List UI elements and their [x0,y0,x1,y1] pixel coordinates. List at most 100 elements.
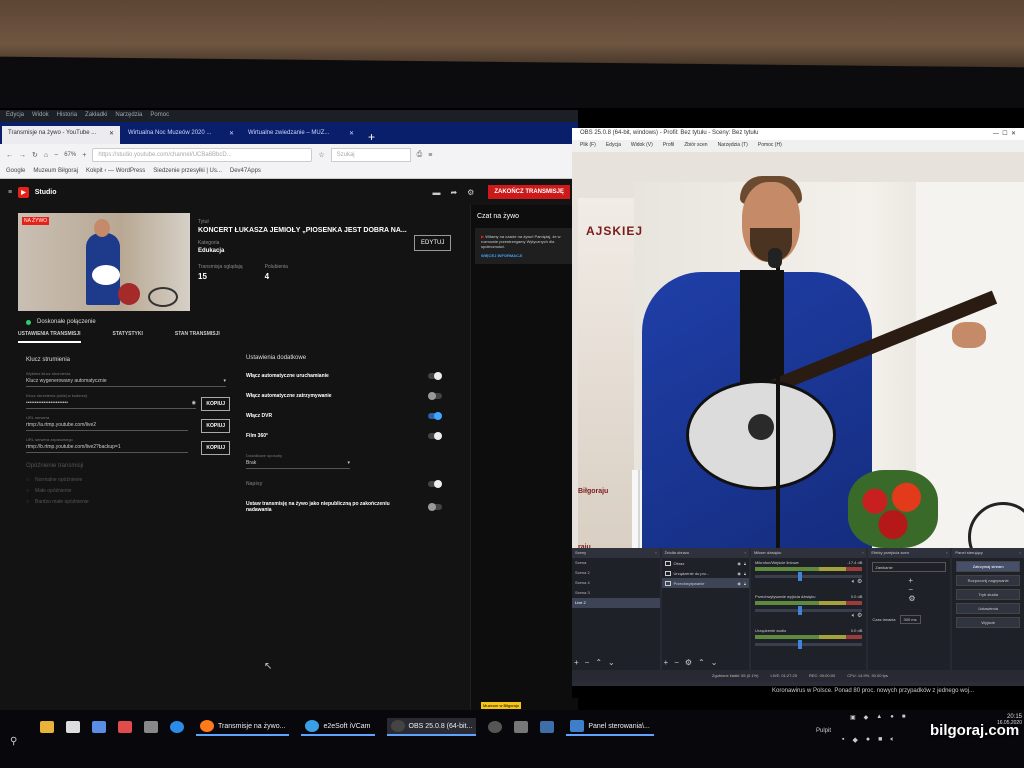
bookmark-google[interactable]: Google [6,168,25,176]
zoom-out-icon[interactable]: − [54,152,58,159]
scene-item[interactable]: Scena 2 [572,568,660,578]
copy-server-url-button[interactable]: KOPIUJ [201,419,230,433]
autostop-toggle[interactable] [428,392,442,400]
autostart-toggle[interactable] [428,372,442,380]
edge-icon[interactable] [170,721,184,733]
bookmark-star-icon[interactable]: ☆ [318,151,324,159]
volume-slider[interactable] [755,572,863,581]
app-tray-icon[interactable]: ▲ [876,714,882,721]
menu-item-profile[interactable]: Profil [663,142,674,150]
eye-icon[interactable]: ◉ [737,571,741,576]
tab-statistics[interactable]: STATYSTYKI [113,331,143,343]
gear-icon[interactable]: ⚙ [908,594,915,603]
add-icon[interactable]: + [908,576,913,585]
menu-item-file[interactable]: Plik (F) [580,142,596,150]
bookmark-siedzenie[interactable]: Siedzenie przesyłki | Us... [153,168,222,176]
scene-item[interactable]: Scena 4 [572,578,660,588]
scene-item[interactable]: Scena 3 [572,588,660,598]
source-item-selected[interactable]: Przechwytywanie ◉ 🔒︎ [661,578,750,588]
source-item[interactable]: Urządzenie do prz... ◉ 🔒︎ [662,568,750,578]
app-tray-icon[interactable]: ◆ [852,736,857,744]
dvr-toggle[interactable] [428,412,442,420]
studio-mode-button[interactable]: Tryb studia [956,589,1020,600]
latency-option-ultralow[interactable]: ○ Bardzo małe opóźnienie [26,499,226,505]
lock-icon[interactable]: 🔒︎ [744,571,746,576]
tab-wirtualne-zwiedzanie[interactable]: Wirtualne zwiedzanie – MUZ... ✕ [242,126,360,144]
document-icon[interactable] [66,721,80,733]
undock-icon[interactable]: ▫ [862,550,863,556]
lock-icon[interactable]: 🔒︎ [744,561,746,566]
gear-icon[interactable]: ⚙ [467,188,474,197]
zoom-in-icon[interactable]: + [82,152,86,159]
store-icon[interactable] [92,721,106,733]
menu-item-edit[interactable]: Edycja [606,142,621,150]
film-360-toggle[interactable] [428,432,442,440]
menu-item-history[interactable]: Historia [57,112,77,120]
down-icon[interactable]: ⌄ [608,658,615,667]
scene-item[interactable]: Scena [572,558,660,568]
gear-icon[interactable]: ⚙ [857,579,862,585]
eye-icon[interactable]: ◉ [737,561,741,566]
zoom-level[interactable]: 67% [64,152,76,158]
copy-stream-key-button[interactable]: KOPIUJ [201,397,230,411]
down-icon[interactable]: ⌄ [711,658,718,667]
hamburger-icon[interactable]: ≡ [8,189,12,196]
close-icon[interactable]: ✕ [349,130,354,140]
app-icon[interactable] [488,721,503,733]
menu-item-help[interactable]: Pomoc [150,112,169,120]
unlisted-toggle[interactable] [428,503,442,511]
menu-item-view[interactable]: Widok (V) [631,142,653,150]
forward-arrow-icon[interactable]: → [19,152,26,159]
print-icon[interactable]: ⎙ [417,151,423,159]
edit-button[interactable]: EDYTUJ [414,235,452,251]
server-url-field[interactable]: URL serwera rtmp://a.rtmp.youtube.com/li… [26,415,230,433]
taskbar-app-ivcam[interactable]: e2eSoft iVCam [301,718,375,736]
undock-icon[interactable]: ▫ [946,550,947,556]
exit-button[interactable]: Wyjście [956,617,1020,628]
settings-button[interactable]: Ustawienia [956,603,1020,614]
desktop-label[interactable]: Pulpit [816,728,831,734]
search-input[interactable]: Szukaj [330,148,411,162]
duration-input[interactable]: 300 ms [899,615,921,624]
copy-backup-url-button[interactable]: KOPIUJ [201,441,230,455]
app-tray-icon[interactable]: ◆ [864,714,869,721]
pdf-icon[interactable] [118,721,132,733]
volume-slider[interactable] [755,640,863,649]
menu-item-help[interactable]: Pomoc (H) [758,142,782,150]
back-arrow-icon[interactable]: ← [6,152,13,159]
bookmark-dev47apps[interactable]: Dev47Apps [230,168,261,176]
youtube-logo-icon[interactable]: ▶ [18,186,29,198]
add-icon[interactable]: + [664,658,669,667]
latency-option-low[interactable]: ○ Małe opóźnienie [26,488,226,494]
stop-stream-button[interactable]: Zatrzymaj stream [956,561,1020,572]
undock-icon[interactable]: ▫ [1020,550,1021,556]
volume-slider[interactable] [755,606,863,615]
close-icon[interactable]: ✕ [109,130,114,140]
tool-icon[interactable] [144,721,158,733]
window-controls[interactable]: — ☐ ✕ [993,130,1016,138]
menu-item-scene-collection[interactable]: Zbiór scen [684,142,707,150]
app-tray-icon[interactable]: ▪ [842,736,844,744]
taskbar-app-control-panel[interactable]: Panel sterowania\... [566,718,654,736]
network-icon[interactable]: ▣ [850,714,856,721]
app-tray-icon[interactable]: ● [890,714,894,721]
add-icon[interactable]: + [574,658,579,667]
remove-icon[interactable]: − [674,658,679,667]
message-icon[interactable]: ▬ [432,188,440,197]
home-icon[interactable]: ⌂ [44,152,48,159]
transition-select[interactable]: Zanikanie [872,562,947,572]
menu-item-edit[interactable]: Edycja [6,112,24,120]
app-icon[interactable] [540,721,555,733]
obs-preview[interactable]: AJSKIEJ Biłgoraju raju [572,152,1024,548]
speaker-icon[interactable]: 🔈︎ [890,736,894,744]
gear-icon[interactable]: ⚙ [857,613,862,619]
undock-icon[interactable]: ▫ [745,550,746,556]
tab-stream-health[interactable]: STAN TRANSMISJI [175,331,220,343]
gear-icon[interactable]: ⚙ [685,658,692,667]
app-tray-icon[interactable]: ● [866,736,870,744]
reload-icon[interactable]: ↻ [32,151,38,159]
close-icon[interactable]: ✕ [229,130,234,140]
end-stream-button[interactable]: ZAKOŃCZ TRANSMISJĘ [488,185,570,199]
speaker-icon[interactable]: 🔈︎ [852,613,856,619]
backup-server-url-field[interactable]: URL serwera zapasowego rtmp://b.rtmp.you… [26,437,230,455]
